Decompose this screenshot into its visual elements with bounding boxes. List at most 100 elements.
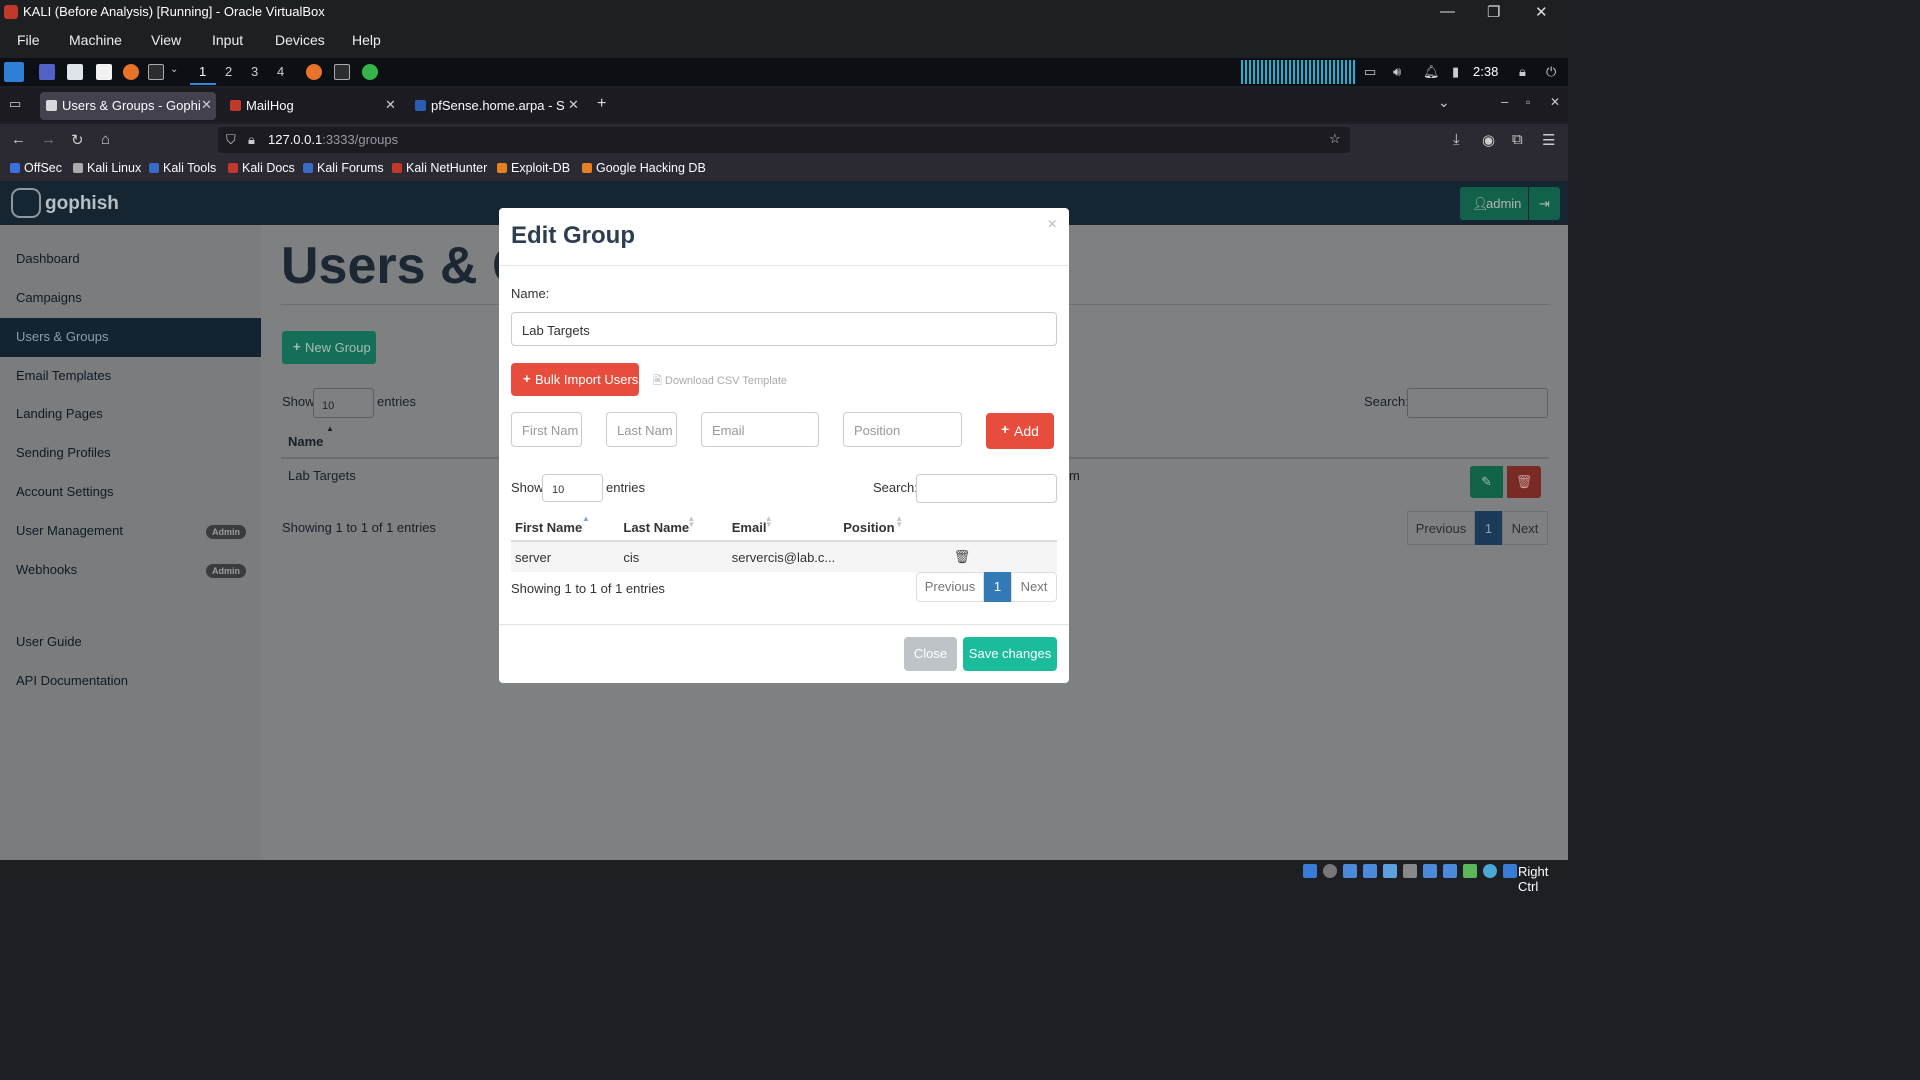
menu-devices[interactable]: Devices <box>275 32 325 48</box>
logout-button[interactable]: ⇥ <box>1529 187 1560 220</box>
optical-drive-icon[interactable] <box>1323 864 1337 878</box>
extensions-icon[interactable]: ⧉ <box>1512 131 1523 148</box>
edit-group-button[interactable]: ✎ <box>1470 466 1503 498</box>
add-user-button[interactable]: + Add <box>986 413 1054 449</box>
admin-dropdown-button[interactable]: 👤︎ admin <box>1460 187 1528 220</box>
tab-pfsense[interactable]: pfSense.home.arpa - Stat ✕ <box>409 92 585 120</box>
close-window-icon[interactable]: ✕ <box>1535 3 1548 21</box>
url-bar[interactable]: ⛉ 🔒︎ 127.0.0.1:3333/groups ☆ <box>218 127 1350 153</box>
kali-menu-icon[interactable] <box>4 62 24 82</box>
back-icon[interactable]: ← <box>11 131 26 148</box>
workspace-3[interactable]: 3 <box>251 64 258 79</box>
menu-icon[interactable]: ☰ <box>1542 131 1555 149</box>
sidebar-item-webhooks[interactable]: Webhooks Admin <box>0 551 261 590</box>
table-search-input[interactable] <box>916 474 1057 503</box>
bookmark-kali-forums[interactable]: Kali Forums <box>303 161 384 175</box>
tab-users-groups[interactable]: Users & Groups - Gophish ✕ <box>40 92 216 120</box>
bookmark-star-icon[interactable]: ☆ <box>1329 131 1341 147</box>
power-icon[interactable]: ⏻ <box>1546 64 1556 80</box>
bookmark-offsec[interactable]: OffSec <box>10 161 62 175</box>
column-position[interactable]: Position ▲ ▼ <box>839 511 948 542</box>
entries-select[interactable]: 10 <box>542 474 603 502</box>
column-last-name[interactable]: Last Name ▲ ▼ <box>619 511 728 542</box>
keyboard-icon[interactable] <box>1503 864 1517 878</box>
terminal-window-icon[interactable] <box>334 64 350 80</box>
sidebar-item-api-documentation[interactable]: API Documentation <box>0 662 261 701</box>
entries-select[interactable]: 10 <box>313 388 374 418</box>
green-app-icon[interactable] <box>362 64 378 80</box>
file-manager-icon[interactable] <box>67 64 83 80</box>
last-name-input[interactable]: Last Nam <box>606 412 677 447</box>
column-email[interactable]: Email ▲ ▼ <box>727 511 840 542</box>
download-csv-template-link[interactable]: 🗎 Download CSV Template <box>653 372 787 391</box>
prev-page-button[interactable]: Previous <box>1407 511 1475 545</box>
display-icon[interactable] <box>1423 864 1437 878</box>
downloads-icon[interactable]: ⤓ <box>1453 131 1460 148</box>
sidebar-item-campaigns[interactable]: Campaigns <box>0 279 261 318</box>
menu-input[interactable]: Input <box>212 32 243 48</box>
bookmark-exploit-db[interactable]: Exploit-DB <box>497 161 570 175</box>
close-tab-icon[interactable]: ✕ <box>201 97 212 113</box>
minimize-icon[interactable]: — <box>1440 3 1455 20</box>
new-group-button[interactable]: + New Group <box>282 331 376 364</box>
sidebar-item-landing-pages[interactable]: Landing Pages <box>0 395 261 434</box>
list-all-tabs-icon[interactable]: ⌄ <box>1438 94 1450 111</box>
forward-icon[interactable]: → <box>41 131 56 148</box>
sidebar-item-users-groups[interactable]: Users & Groups <box>0 318 261 357</box>
workspace-2[interactable]: 2 <box>225 64 232 79</box>
notifications-icon[interactable]: 🔔︎ <box>1423 64 1440 80</box>
sidebar-item-email-templates[interactable]: Email Templates <box>0 357 261 396</box>
bulk-import-users-button[interactable]: + Bulk Import Users <box>511 363 639 396</box>
column-name-header[interactable]: Name <box>288 434 323 449</box>
next-page-button[interactable]: Next <box>1011 572 1057 602</box>
delete-group-button[interactable]: 🗑︎ <box>1507 466 1541 498</box>
lock-icon[interactable]: 🔒︎ <box>1519 64 1526 80</box>
menu-view[interactable]: View <box>151 32 181 48</box>
menu-file[interactable]: File <box>17 32 40 48</box>
cpu-icon[interactable] <box>1463 864 1477 878</box>
desktop-icon[interactable] <box>39 64 55 80</box>
lock-icon[interactable]: 🔒︎ <box>248 132 255 148</box>
column-first-name[interactable]: First Name ▲ <box>511 511 620 542</box>
sidebar-item-dashboard[interactable]: Dashboard <box>0 240 261 279</box>
tab-list-icon[interactable]: ▭ <box>9 96 21 112</box>
reload-icon[interactable]: ↻ <box>71 131 84 149</box>
firefox-window-icon[interactable] <box>306 64 322 80</box>
gophish-logo[interactable]: gophish <box>11 187 121 219</box>
page-1-button[interactable]: 1 <box>984 572 1011 602</box>
bookmark-kali-nethunter[interactable]: Kali NetHunter <box>392 161 487 175</box>
mouse-integration-icon[interactable] <box>1483 864 1497 878</box>
prev-page-button[interactable]: Previous <box>916 572 984 602</box>
recording-icon[interactable] <box>1443 864 1457 878</box>
close-button[interactable]: Close <box>904 637 957 671</box>
page-1-button[interactable]: 1 <box>1475 511 1502 545</box>
bookmark-kali-docs[interactable]: Kali Docs <box>228 161 295 175</box>
trash-icon[interactable]: 🗑︎ <box>954 549 971 564</box>
workspace-1[interactable]: 1 <box>199 64 206 79</box>
bookmark-google-hacking-db[interactable]: Google Hacking DB <box>582 161 706 175</box>
text-editor-icon[interactable] <box>96 64 112 80</box>
firefox-icon[interactable] <box>123 64 139 80</box>
first-name-input[interactable]: First Nam <box>511 412 582 447</box>
close-tab-icon[interactable]: ✕ <box>568 97 579 113</box>
chevron-down-icon[interactable]: ⌄ <box>170 64 178 75</box>
hard-disk-icon[interactable] <box>1303 864 1317 878</box>
shield-icon[interactable]: ⛉ <box>226 132 236 148</box>
sidebar-item-user-management[interactable]: User Management Admin <box>0 512 261 551</box>
shared-folders-icon[interactable] <box>1403 864 1417 878</box>
browser-minimize-icon[interactable]: – <box>1501 94 1508 109</box>
menu-machine[interactable]: Machine <box>69 32 122 48</box>
email-input[interactable]: Email <box>701 412 819 447</box>
browser-maximize-icon[interactable]: ▫ <box>1526 95 1530 109</box>
sidebar-item-user-guide[interactable]: User Guide <box>0 623 261 662</box>
close-tab-icon[interactable]: ✕ <box>385 97 396 113</box>
menu-help[interactable]: Help <box>352 32 381 48</box>
search-input[interactable] <box>1407 388 1548 418</box>
volume-icon[interactable]: 🔊︎ <box>1393 64 1401 80</box>
audio-icon[interactable] <box>1343 864 1357 878</box>
account-icon[interactable]: ◉ <box>1482 131 1495 149</box>
browser-close-icon[interactable]: ✕ <box>1550 95 1560 109</box>
new-tab-icon[interactable]: + <box>597 95 606 113</box>
next-page-button[interactable]: Next <box>1502 511 1548 545</box>
workspace-4[interactable]: 4 <box>277 64 284 79</box>
